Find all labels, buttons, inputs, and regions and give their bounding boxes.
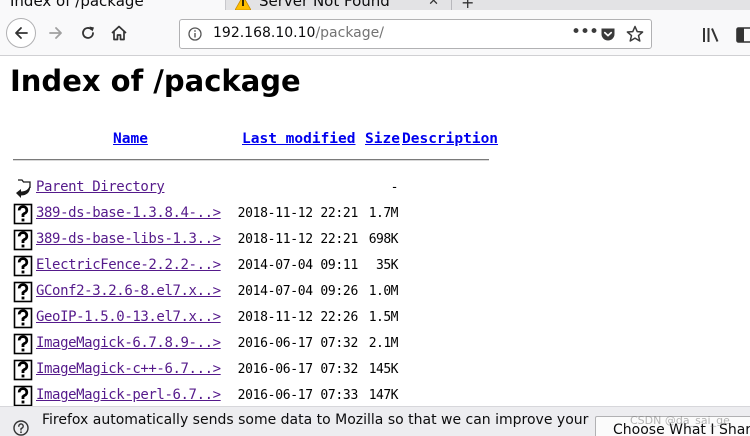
warning-icon	[235, 0, 251, 10]
last-modified: 2016-06-17 07:32	[237, 362, 359, 377]
tab-title: Index of /package	[10, 0, 144, 10]
notification-message: Firefox automatically sends some data to…	[42, 412, 589, 428]
file-size: 1.7M	[368, 206, 399, 221]
parent-directory-row: Parent Directory -	[0, 177, 600, 199]
watermark: CSDN @da_sai_ge	[630, 414, 730, 427]
pocket-icon[interactable]	[600, 27, 616, 42]
help-icon	[13, 420, 29, 436]
file-row: 389-ds-base-1.3.8.4-..> 2018-11-12 22:21 1…	[0, 203, 600, 225]
file-size: 2.1M	[368, 336, 399, 351]
back-folder-icon	[16, 179, 31, 198]
file-row: GeoIP-1.5.0-13.el7.x..> 2018-11-12 22:26 1…	[0, 307, 600, 329]
sort-by-description-link[interactable]: Description	[402, 131, 498, 147]
forward-button[interactable]	[41, 18, 71, 48]
back-arrow-icon	[15, 27, 28, 39]
last-modified: 2016-06-17 07:33	[237, 388, 359, 403]
file-size: 35K	[376, 258, 398, 273]
tab-strip: Index of /package Server Not Found ✕ +	[0, 0, 750, 12]
file-row: ElectricFence-2.2.2-..> 2014-07-04 09:11 3…	[0, 255, 600, 277]
page-content: Index of /package Name Last modified Siz…	[0, 57, 750, 406]
home-icon	[111, 25, 127, 41]
file-size: 147K	[368, 388, 399, 403]
unknown-file-icon	[13, 281, 33, 303]
address-bar[interactable]: 192.168.10.10/package/ •••	[179, 19, 652, 49]
file-size: -	[390, 180, 399, 195]
last-modified: 2014-07-04 09:26	[237, 284, 359, 299]
tab-server-not-found[interactable]: Server Not Found ✕	[227, 0, 452, 10]
url-path: /package/	[315, 25, 384, 41]
sort-by-size-link[interactable]: Size	[365, 131, 400, 147]
parent-directory-link[interactable]: Parent Directory	[36, 179, 165, 195]
file-link[interactable]: ImageMagick-perl-6.7..>	[36, 387, 221, 403]
file-link[interactable]: ElectricFence-2.2.2-..>	[36, 257, 221, 273]
unknown-file-icon	[13, 333, 33, 355]
sort-by-last-modified-link[interactable]: Last modified	[242, 131, 356, 147]
back-button[interactable]	[6, 18, 36, 48]
file-link[interactable]: 389-ds-base-libs-1.3..>	[36, 231, 221, 247]
bookmark-star-icon[interactable]	[626, 25, 644, 43]
reload-icon	[82, 26, 94, 39]
unknown-file-icon	[13, 255, 33, 277]
info-icon[interactable]	[188, 27, 202, 41]
last-modified: 2016-06-17 07:32	[237, 336, 359, 351]
home-button[interactable]	[104, 18, 134, 48]
page-actions-icon[interactable]: •••	[571, 22, 599, 42]
page-title: Index of /package	[10, 64, 301, 98]
file-size: 1.5M	[368, 310, 399, 325]
last-modified: 2018-11-12 22:26	[237, 310, 359, 325]
tab-index-of-package[interactable]: Index of /package	[0, 0, 226, 10]
forward-arrow-icon	[49, 27, 62, 39]
file-row: GConf2-3.2.6-8.el7.x..> 2014-07-04 09:26 1…	[0, 281, 600, 303]
unknown-file-icon	[13, 203, 33, 225]
last-modified: 2014-07-04 09:11	[237, 258, 359, 273]
file-link[interactable]: GConf2-3.2.6-8.el7.x..>	[36, 283, 221, 299]
header-divider	[13, 159, 489, 161]
file-row: ImageMagick-perl-6.7..> 2016-06-17 07:33 1…	[0, 385, 600, 406]
unknown-file-icon	[13, 359, 33, 381]
file-size: 145K	[368, 362, 399, 377]
data-reporting-notification: Firefox automatically sends some data to…	[0, 406, 750, 436]
reload-button[interactable]	[73, 18, 103, 48]
file-row: ImageMagick-6.7.8.9-..> 2016-06-17 07:32 2…	[0, 333, 600, 355]
unknown-file-icon	[13, 229, 33, 251]
file-link[interactable]: 389-ds-base-1.3.8.4-..>	[36, 205, 221, 221]
last-modified: 2018-11-12 22:21	[237, 232, 359, 247]
last-modified: 2018-11-12 22:21	[237, 206, 359, 221]
library-icon[interactable]	[702, 27, 720, 43]
url-host: 192.168.10.10	[213, 25, 316, 41]
file-row: 389-ds-base-libs-1.3..> 2018-11-12 22:21 6…	[0, 229, 600, 251]
file-link[interactable]: GeoIP-1.5.0-13.el7.x..>	[36, 309, 221, 325]
unknown-file-icon	[13, 307, 33, 329]
close-tab-icon[interactable]: ✕	[428, 0, 439, 9]
file-link[interactable]: ImageMagick-6.7.8.9-..>	[36, 335, 221, 351]
sidebar-icon[interactable]	[736, 27, 750, 43]
unknown-file-icon	[13, 385, 33, 406]
navigation-toolbar: 192.168.10.10/package/ •••	[0, 10, 750, 56]
file-size: 1.0M	[368, 284, 399, 299]
sort-by-name-link[interactable]: Name	[113, 131, 148, 147]
tab-title: Server Not Found	[259, 0, 390, 10]
file-link[interactable]: ImageMagick-c++-6.7...>	[36, 361, 221, 377]
url-text: 192.168.10.10/package/	[213, 25, 384, 41]
file-size: 698K	[368, 232, 399, 247]
file-row: ImageMagick-c++-6.7...> 2016-06-17 07:32 1…	[0, 359, 600, 381]
